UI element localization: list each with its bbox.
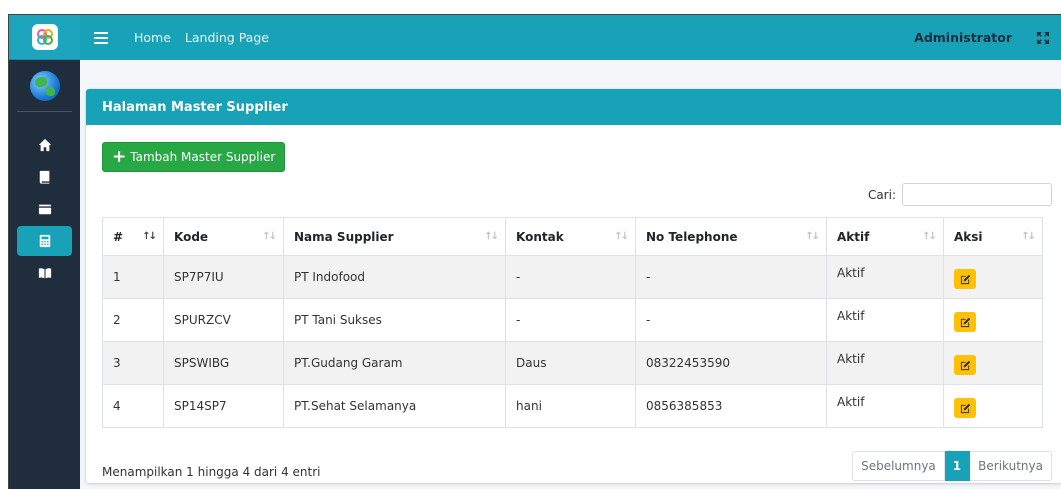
table-header-row: # ↑↓ Kode ↑↓ Nama Supplier ↑↓ Kontak ↑↓ No T… (102, 217, 1043, 256)
sidebar-item-calculator[interactable] (17, 226, 72, 256)
pagination-next-button[interactable]: Berikutnya (970, 451, 1052, 481)
cell-aktif: Aktif (826, 298, 944, 342)
cell-telp: - (635, 255, 827, 299)
cell-aktif: Aktif (826, 384, 944, 428)
sort-icon: ↑↓ (614, 231, 629, 242)
menu-toggle-icon[interactable] (94, 31, 108, 44)
sort-icon: ↑↓ (922, 231, 937, 242)
column-header-aktif[interactable]: Aktif ↑↓ (826, 217, 944, 256)
table-row: 3 SPSWIBG PT.Gudang Garam Daus 083224535… (102, 341, 1043, 385)
wallet-icon (38, 204, 51, 215)
sidebar-item-wallet[interactable] (17, 194, 72, 224)
cell-kontak: - (505, 255, 636, 299)
search-label: Cari: (867, 187, 896, 202)
cell-aktif: Aktif (826, 255, 944, 299)
column-header-number[interactable]: # ↑↓ (102, 217, 164, 256)
cell-nama: PT.Gudang Garam (283, 341, 506, 385)
pagination-page-1[interactable]: 1 (944, 451, 971, 481)
column-header-kontak[interactable]: Kontak ↑↓ (505, 217, 636, 256)
cell-aksi (943, 384, 1043, 428)
add-supplier-button[interactable]: + Tambah Master Supplier (102, 142, 286, 172)
cell-kode: SP7P7IU (163, 255, 284, 299)
sort-icon: ↑↓ (262, 231, 277, 242)
cell-nama: PT.Sehat Selamanya (283, 384, 506, 428)
sort-icon: ↑↓ (805, 231, 820, 242)
pagination: Sebelumnya 1 Berikutnya (852, 451, 1052, 481)
sidebar-item-open-book[interactable] (17, 258, 72, 288)
cell-aksi (943, 298, 1043, 342)
column-header-kode[interactable]: Kode ↑↓ (163, 217, 284, 256)
user-panel (17, 60, 72, 112)
cell-kode: SPURZCV (163, 298, 284, 342)
brand-logo-icon (31, 24, 58, 50)
user-menu[interactable]: Administrator (914, 30, 1012, 45)
cell-aktif: Aktif (826, 341, 944, 385)
sidebar-nav (9, 112, 80, 288)
search-input[interactable] (902, 183, 1052, 206)
cell-number: 2 (102, 298, 164, 342)
sidebar-item-home[interactable] (17, 130, 72, 160)
cell-telp: 0856385853 (635, 384, 827, 428)
nav-link-landing-page[interactable]: Landing Page (185, 30, 269, 45)
edit-icon (960, 360, 970, 370)
add-supplier-label: Tambah Master Supplier (130, 150, 276, 164)
sort-asc-icon: ↑↓ (142, 231, 157, 242)
app-frame: Home Landing Page Administrator Halaman … (8, 14, 1061, 489)
cell-aksi (943, 341, 1043, 385)
sort-icon: ↑↓ (1021, 231, 1036, 242)
column-header-no-telephone[interactable]: No Telephone ↑↓ (635, 217, 827, 256)
calculator-icon (39, 234, 50, 248)
cell-kode: SP14SP7 (163, 384, 284, 428)
home-icon (38, 138, 51, 152)
card-title: Halaman Master Supplier (86, 89, 1061, 125)
top-navbar: Home Landing Page Administrator (80, 15, 1061, 60)
cell-telp: 08322453590 (635, 341, 827, 385)
table-row: 2 SPURZCV PT Tani Sukses - - Aktif (102, 298, 1043, 342)
pagination-prev-button[interactable]: Sebelumnya (852, 451, 945, 481)
cell-nama: PT Tani Sukses (283, 298, 506, 342)
cell-nama: PT Indofood (283, 255, 506, 299)
cell-number: 4 (102, 384, 164, 428)
fullscreen-icon[interactable] (1036, 31, 1050, 45)
cell-kontak: Daus (505, 341, 636, 385)
edit-icon (960, 403, 970, 413)
table-info: Menampilkan 1 hingga 4 dari 4 entri (102, 465, 321, 479)
edit-button[interactable] (954, 355, 976, 375)
supplier-table: # ↑↓ Kode ↑↓ Nama Supplier ↑↓ Kontak ↑↓ No T… (102, 217, 1043, 428)
brand[interactable] (9, 15, 80, 60)
master-supplier-card: Halaman Master Supplier + Tambah Master … (86, 89, 1061, 483)
sidebar (9, 15, 80, 489)
cell-kontak: - (505, 298, 636, 342)
column-header-aksi[interactable]: Aksi ↑↓ (943, 217, 1043, 256)
table-row: 4 SP14SP7 PT.Sehat Selamanya hani 085638… (102, 384, 1043, 428)
book-icon (39, 170, 49, 184)
edit-icon (960, 274, 970, 284)
cell-kontak: hani (505, 384, 636, 428)
table-row: 1 SP7P7IU PT Indofood - - Aktif (102, 255, 1043, 299)
edit-button[interactable] (954, 269, 976, 289)
edit-icon (960, 317, 970, 327)
edit-button[interactable] (954, 312, 976, 332)
globe-avatar-icon[interactable] (29, 70, 60, 101)
cell-telp: - (635, 298, 827, 342)
book-open-icon (38, 268, 51, 279)
cell-number: 3 (102, 341, 164, 385)
cell-kode: SPSWIBG (163, 341, 284, 385)
cell-aksi (943, 255, 1043, 299)
search-row: Cari: (868, 183, 1052, 206)
sort-icon: ↑↓ (484, 231, 499, 242)
sidebar-item-book[interactable] (17, 162, 72, 192)
cell-number: 1 (102, 255, 164, 299)
plus-icon: + (112, 146, 127, 167)
edit-button[interactable] (954, 398, 976, 418)
column-header-nama-supplier[interactable]: Nama Supplier ↑↓ (283, 217, 506, 256)
nav-link-home[interactable]: Home (134, 30, 171, 45)
